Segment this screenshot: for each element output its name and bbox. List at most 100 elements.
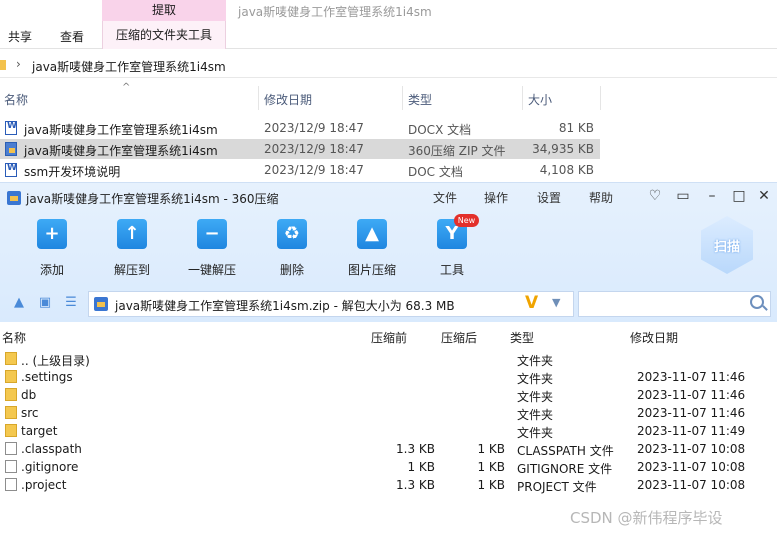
column-size-after[interactable]: 压缩后 bbox=[441, 329, 477, 346]
add-icon: + bbox=[37, 219, 67, 249]
navigation-bar: ▲ ▣ ☰ java斯唛健身工作室管理系统1i4sm.zip - 解包大小为 6… bbox=[0, 287, 777, 319]
extract-to-icon: ↑ bbox=[117, 219, 147, 249]
address-path[interactable]: java斯唛健身工作室管理系统1i4sm bbox=[32, 58, 226, 75]
column-type[interactable]: 类型 bbox=[510, 329, 534, 346]
entry-size-after: 1 KB bbox=[477, 442, 505, 456]
menu-settings[interactable]: 设置 bbox=[537, 189, 561, 206]
folder-icon bbox=[5, 424, 17, 437]
archive-column-headers: 名称 压缩前 压缩后 类型 修改日期 bbox=[0, 327, 777, 347]
image-compress-button[interactable]: ▲ 图片压缩 bbox=[337, 219, 407, 279]
archive-row[interactable]: target 文件夹 2023-11-07 11:49 bbox=[0, 422, 777, 440]
scan-button[interactable]: 扫描 bbox=[701, 216, 753, 274]
close-icon[interactable]: ✕ bbox=[755, 187, 773, 205]
zip-header: java斯唛健身工作室管理系统1i4sm - 360压缩 文件 操作 设置 帮助… bbox=[0, 183, 777, 322]
entry-type: 文件夹 bbox=[517, 426, 554, 440]
delete-icon: ♻ bbox=[277, 219, 307, 249]
entry-name: .project bbox=[21, 478, 67, 492]
entry-type: 文件夹 bbox=[517, 372, 554, 386]
skin-icon[interactable]: ♡ bbox=[646, 187, 664, 205]
one-click-extract-button[interactable]: − 一键解压 bbox=[177, 219, 247, 279]
up-arrow-icon[interactable]: ▲ bbox=[11, 295, 27, 311]
file-row-selected[interactable]: java斯唛健身工作室管理系统1i4sm 2023/12/9 18:47 360… bbox=[0, 139, 600, 159]
archive-row[interactable]: .gitignore 1 KB 1 KB GITIGNORE 文件 2023-1… bbox=[0, 458, 777, 476]
column-size-before[interactable]: 压缩前 bbox=[371, 329, 407, 346]
chevron-right-icon[interactable]: › bbox=[16, 57, 21, 71]
file-type: DOCX 文档 bbox=[408, 123, 472, 137]
list-view-icon[interactable]: ☰ bbox=[63, 295, 79, 311]
archive-row[interactable]: src 文件夹 2023-11-07 11:46 bbox=[0, 404, 777, 422]
archive-row[interactable]: .settings 文件夹 2023-11-07 11:46 bbox=[0, 368, 777, 386]
chevron-down-icon[interactable]: ▼ bbox=[552, 296, 560, 309]
menu-file[interactable]: 文件 bbox=[433, 189, 457, 206]
entry-date: 2023-11-07 11:46 bbox=[637, 406, 746, 420]
one-click-extract-label: 一键解压 bbox=[187, 263, 236, 277]
column-divider[interactable] bbox=[600, 86, 601, 110]
archive-row[interactable]: .classpath 1.3 KB 1 KB CLASSPATH 文件 2023… bbox=[0, 440, 777, 458]
column-divider[interactable] bbox=[402, 86, 403, 110]
tab-share[interactable]: 共享 bbox=[8, 28, 32, 45]
menu-help[interactable]: 帮助 bbox=[589, 189, 613, 206]
file-type: 360压缩 ZIP 文件 bbox=[408, 144, 506, 158]
delete-label: 删除 bbox=[279, 263, 304, 277]
minimize-icon[interactable]: – bbox=[703, 187, 721, 205]
archive-path-field[interactable]: java斯唛健身工作室管理系统1i4sm.zip - 解包大小为 68.3 MB… bbox=[88, 291, 574, 317]
search-field[interactable] bbox=[578, 291, 771, 317]
column-name[interactable]: 名称 bbox=[4, 91, 28, 108]
one-click-extract-icon: − bbox=[197, 219, 227, 249]
column-size[interactable]: 大小 bbox=[528, 91, 552, 108]
file-date: 2023/12/9 18:47 bbox=[264, 142, 364, 156]
entry-date: 2023-11-07 10:08 bbox=[637, 478, 746, 492]
entry-type: PROJECT 文件 bbox=[517, 480, 597, 494]
address-bar[interactable]: › java斯唛健身工作室管理系统1i4sm bbox=[0, 54, 777, 78]
verified-icon[interactable]: V bbox=[525, 293, 538, 313]
column-divider[interactable] bbox=[522, 86, 523, 110]
entry-date: 2023-11-07 10:08 bbox=[637, 442, 746, 456]
archive-row[interactable]: .project 1.3 KB 1 KB PROJECT 文件 2023-11-… bbox=[0, 476, 777, 494]
menu-operation[interactable]: 操作 bbox=[484, 189, 508, 206]
maximize-icon[interactable]: □ bbox=[730, 187, 748, 205]
entry-type: CLASSPATH 文件 bbox=[517, 444, 614, 458]
extract-to-label: 解压到 bbox=[113, 263, 150, 277]
column-date[interactable]: 修改日期 bbox=[264, 91, 312, 108]
entry-type: GITIGNORE 文件 bbox=[517, 462, 613, 476]
scan-label: 扫描 bbox=[713, 240, 740, 255]
entry-type: 文件夹 bbox=[517, 408, 554, 422]
entry-size-after: 1 KB bbox=[477, 460, 505, 474]
archive-row[interactable]: .. (上级目录) 文件夹 bbox=[0, 350, 777, 368]
explorer-window-title: java斯唛健身工作室管理系统1i4sm bbox=[238, 5, 432, 19]
search-input[interactable] bbox=[583, 295, 743, 313]
image-compress-icon: ▲ bbox=[357, 219, 387, 249]
column-date[interactable]: 修改日期 bbox=[630, 329, 678, 346]
word-doc-icon bbox=[5, 121, 17, 135]
entry-date: 2023-11-07 10:08 bbox=[637, 460, 746, 474]
file-icon bbox=[5, 460, 17, 473]
tab-view[interactable]: 查看 bbox=[60, 28, 84, 45]
feedback-icon[interactable]: ▭ bbox=[674, 187, 692, 205]
tab-compressed-folder-tools[interactable]: 压缩的文件夹工具 bbox=[102, 21, 226, 49]
archive-row[interactable]: db 文件夹 2023-11-07 11:46 bbox=[0, 386, 777, 404]
zip-archive-icon bbox=[5, 142, 17, 156]
file-icon bbox=[5, 442, 17, 455]
entry-type: 文件夹 bbox=[517, 390, 554, 404]
folder-icon bbox=[5, 352, 17, 365]
add-button[interactable]: + 添加 bbox=[17, 219, 87, 279]
file-icon bbox=[5, 478, 17, 491]
extract-to-button[interactable]: ↑ 解压到 bbox=[97, 219, 167, 279]
watermark: CSDN @新伟程序毕设 bbox=[570, 509, 723, 527]
file-name: java斯唛健身工作室管理系统1i4sm bbox=[24, 144, 218, 158]
tools-button[interactable]: Y 工具 bbox=[417, 219, 487, 279]
new-badge: New bbox=[454, 214, 479, 227]
search-icon[interactable] bbox=[750, 295, 764, 309]
image-compress-label: 图片压缩 bbox=[347, 263, 396, 277]
file-row[interactable]: java斯唛健身工作室管理系统1i4sm 2023/12/9 18:47 DOC… bbox=[0, 118, 600, 138]
delete-button[interactable]: ♻ 删除 bbox=[257, 219, 327, 279]
thumbnail-view-icon[interactable]: ▣ bbox=[37, 295, 53, 311]
entry-name: .classpath bbox=[21, 442, 82, 456]
zip-archive-window: java斯唛健身工作室管理系统1i4sm - 360压缩 文件 操作 设置 帮助… bbox=[0, 182, 777, 537]
file-name: ssm开发环境说明 bbox=[24, 165, 121, 179]
column-type[interactable]: 类型 bbox=[408, 91, 432, 108]
column-divider[interactable] bbox=[258, 86, 259, 110]
column-name[interactable]: 名称 bbox=[2, 329, 26, 346]
file-row[interactable]: ssm开发环境说明 2023/12/9 18:47 DOC 文档 4,108 K… bbox=[0, 160, 600, 180]
entry-size-before: 1.3 KB bbox=[396, 442, 435, 456]
